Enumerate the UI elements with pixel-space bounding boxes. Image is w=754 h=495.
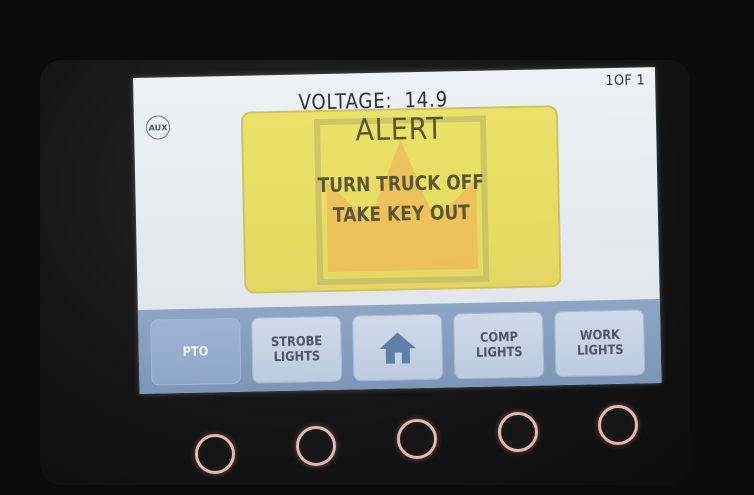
comp-lights-button[interactable]: COMP LIGHTS — [452, 311, 545, 380]
comp-lights-label-line-1: COMP — [479, 330, 518, 346]
alert-dialog: ALERT TURN TRUCK OFF TAKE KEY OUT — [240, 105, 562, 294]
work-lights-button[interactable]: WORK LIGHTS — [553, 309, 646, 378]
strobe-lights-label-line-1: STROBE — [270, 334, 323, 351]
page-indicator: 1OF 1 — [605, 72, 646, 90]
hardware-button-1[interactable] — [195, 434, 235, 474]
aux-icon[interactable]: AUX — [145, 115, 171, 140]
pto-button[interactable]: PTO — [150, 317, 242, 386]
button-bar: PTO STROBE LIGHTS COMP LIGHTS WORK LIGHT… — [137, 299, 662, 394]
work-lights-label-line-2: LIGHTS — [576, 342, 624, 359]
display-screen: AUX 1OF 1 VOLTAGE: 14.9 ALERT TURN TRUCK … — [133, 67, 662, 394]
pto-button-label: PTO — [182, 343, 209, 360]
home-icon — [379, 332, 416, 364]
alert-title: ALERT — [355, 111, 445, 149]
work-lights-label-line-1: WORK — [579, 327, 620, 344]
strobe-lights-button[interactable]: STROBE LIGHTS — [251, 315, 343, 384]
hardware-button-4[interactable] — [498, 412, 538, 452]
hardware-button-3[interactable] — [397, 419, 437, 459]
home-button[interactable] — [352, 313, 444, 382]
comp-lights-label-line-2: LIGHTS — [475, 344, 523, 361]
hardware-button-2[interactable] — [296, 426, 336, 466]
strobe-lights-label-line-2: LIGHTS — [273, 349, 321, 366]
hardware-button-5[interactable] — [598, 405, 638, 445]
